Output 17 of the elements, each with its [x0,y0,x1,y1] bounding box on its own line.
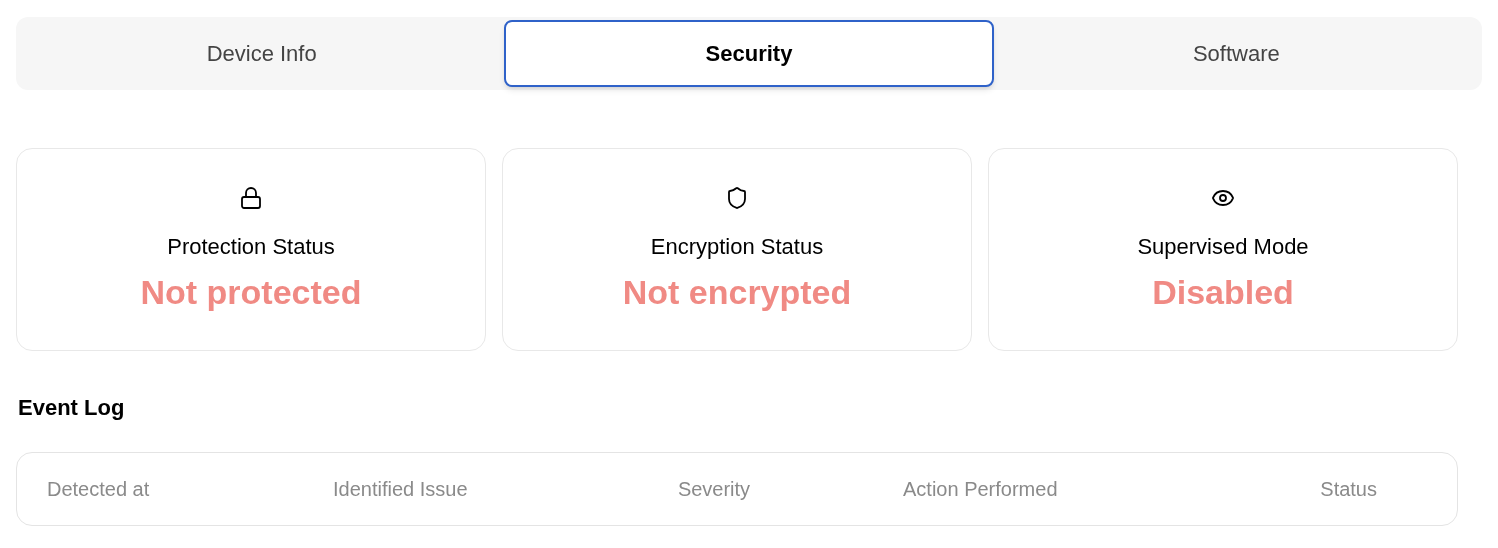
tab[interactable]: Device Info [19,20,505,87]
column-header: Detected at [47,478,150,500]
card-value: Not protected [140,272,362,313]
card-title: Supervised Mode [1137,233,1309,261]
section-title: Event Log [18,394,125,422]
shield-icon [725,186,749,210]
tab[interactable]: Security [504,20,994,87]
card-title: Protection Status [167,233,335,261]
column-header: Status [1320,478,1377,500]
column-header: Action Performed [903,478,1058,500]
column-header: Severity [677,478,751,500]
card-value: Not encrypted [622,272,852,313]
column-header: Identified Issue [333,478,468,500]
lock-icon [239,186,263,210]
card-value: Disabled [1152,272,1294,313]
tab[interactable]: Software [993,20,1479,87]
card-title: Encryption Status [650,233,824,261]
